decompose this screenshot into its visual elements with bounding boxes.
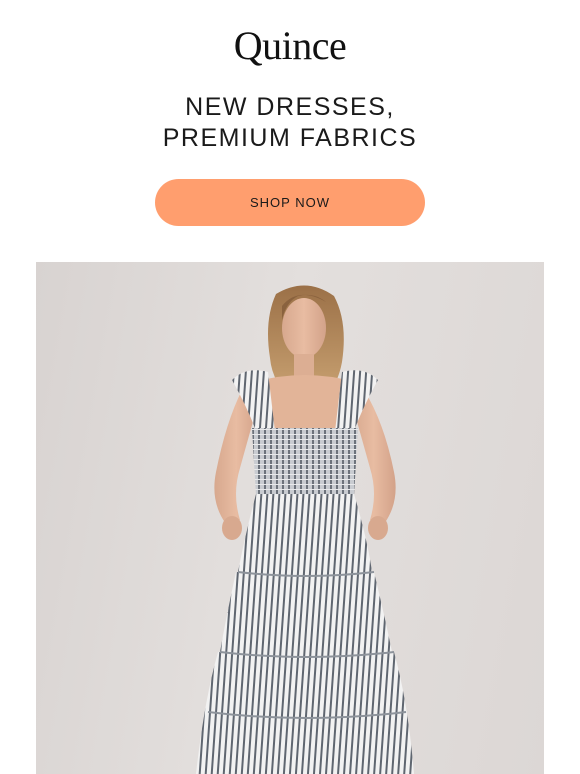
model-illustration (196, 285, 414, 774)
headline-line-1: NEW DRESSES, (185, 93, 395, 121)
headline: NEW DRESSES, PREMIUM FABRICS (0, 92, 580, 154)
shop-now-button[interactable]: SHOP NOW (155, 179, 425, 226)
brand-logo[interactable]: Quince (0, 22, 580, 70)
hero-image[interactable] (36, 262, 544, 774)
headline-line-2: PREMIUM FABRICS (162, 124, 418, 152)
